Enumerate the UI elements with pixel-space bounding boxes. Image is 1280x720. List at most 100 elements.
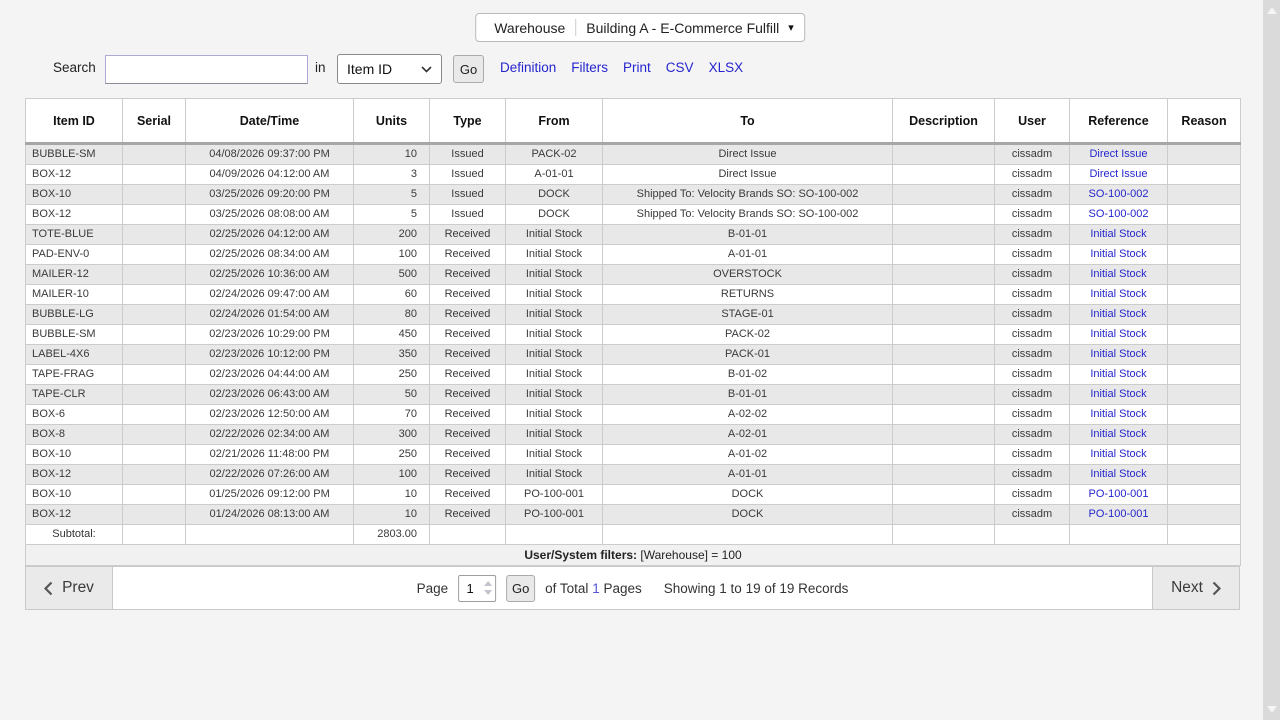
cell-datetime: 02/25/2026 08:34:00 AM bbox=[186, 245, 354, 265]
cell-serial bbox=[123, 285, 186, 305]
scroll-down-icon[interactable] bbox=[1267, 706, 1277, 713]
page-number-input[interactable]: 1 bbox=[458, 575, 496, 602]
cell-reference: Initial Stock bbox=[1070, 365, 1168, 385]
table-row: BOX-1002/21/2026 11:48:00 PM250ReceivedI… bbox=[26, 445, 1241, 465]
scroll-up-icon[interactable] bbox=[1267, 7, 1277, 14]
cell-to: RETURNS bbox=[603, 285, 893, 305]
col-header-reference: Reference bbox=[1070, 99, 1168, 144]
reference-link[interactable]: Initial Stock bbox=[1090, 468, 1146, 480]
table-row: BOX-1203/25/2026 08:08:00 AM5IssuedDOCKS… bbox=[26, 205, 1241, 225]
cell-to: A-02-01 bbox=[603, 425, 893, 445]
cell-datetime: 03/25/2026 08:08:00 AM bbox=[186, 205, 354, 225]
csv-link[interactable]: CSV bbox=[666, 60, 694, 75]
warehouse-selector[interactable]: Warehouse Building A - E-Commerce Fulfil… bbox=[475, 13, 805, 42]
page-spinner[interactable] bbox=[481, 576, 495, 601]
page-go-button[interactable]: Go bbox=[506, 575, 535, 602]
reference-link[interactable]: PO-100-001 bbox=[1089, 508, 1149, 520]
cell-reason bbox=[1168, 144, 1241, 165]
reference-link[interactable]: Initial Stock bbox=[1090, 268, 1146, 280]
reference-link[interactable]: Initial Stock bbox=[1090, 308, 1146, 320]
cell-description bbox=[893, 305, 995, 325]
reference-link[interactable]: Initial Stock bbox=[1090, 448, 1146, 460]
cell-reason bbox=[1168, 265, 1241, 285]
cell-from: Initial Stock bbox=[506, 365, 603, 385]
cell-type: Issued bbox=[430, 185, 506, 205]
print-link[interactable]: Print bbox=[623, 60, 651, 75]
reference-link[interactable]: Initial Stock bbox=[1090, 348, 1146, 360]
cell-item-id: BOX-6 bbox=[26, 405, 123, 425]
reference-link[interactable]: Initial Stock bbox=[1090, 248, 1146, 260]
reference-link[interactable]: SO-100-002 bbox=[1089, 188, 1149, 200]
spinner-up-icon[interactable] bbox=[484, 581, 492, 586]
cell-item-id: TOTE-BLUE bbox=[26, 225, 123, 245]
subtotal-row: Subtotal: 2803.00 bbox=[26, 525, 1241, 545]
spinner-down-icon[interactable] bbox=[484, 590, 492, 595]
cell-type: Issued bbox=[430, 144, 506, 165]
selector-divider bbox=[575, 19, 576, 36]
search-field-select[interactable]: Item ID bbox=[337, 54, 442, 84]
cell-type: Received bbox=[430, 425, 506, 445]
cell-datetime: 04/08/2026 09:37:00 PM bbox=[186, 144, 354, 165]
table-row: BOX-802/22/2026 02:34:00 AM300ReceivedIn… bbox=[26, 425, 1241, 445]
subtotal-label: Subtotal: bbox=[26, 525, 123, 545]
cell-item-id: PAD-ENV-0 bbox=[26, 245, 123, 265]
cell-item-id: BOX-12 bbox=[26, 465, 123, 485]
reference-link[interactable]: PO-100-001 bbox=[1089, 488, 1149, 500]
filters-link[interactable]: Filters bbox=[571, 60, 608, 75]
warehouse-label[interactable]: Warehouse bbox=[486, 20, 573, 36]
cell-datetime: 01/24/2026 08:13:00 AM bbox=[186, 505, 354, 525]
cell-datetime: 02/22/2026 07:26:00 AM bbox=[186, 465, 354, 485]
prev-page-button[interactable]: Prev bbox=[26, 567, 113, 609]
reference-link[interactable]: Initial Stock bbox=[1090, 388, 1146, 400]
cell-to: Direct Issue bbox=[603, 165, 893, 185]
reference-link[interactable]: Initial Stock bbox=[1090, 288, 1146, 300]
cell-serial bbox=[123, 465, 186, 485]
cell-reference: PO-100-001 bbox=[1070, 485, 1168, 505]
reference-link[interactable]: Initial Stock bbox=[1090, 428, 1146, 440]
cell-serial bbox=[123, 165, 186, 185]
cell-units: 350 bbox=[354, 345, 430, 365]
cell-reference: Direct Issue bbox=[1070, 165, 1168, 185]
reference-link[interactable]: SO-100-002 bbox=[1089, 208, 1149, 220]
cell-description bbox=[893, 185, 995, 205]
cell-description bbox=[893, 385, 995, 405]
in-label: in bbox=[315, 60, 326, 75]
warehouse-value[interactable]: Building A - E-Commerce Fulfill bbox=[578, 20, 787, 36]
search-go-button[interactable]: Go bbox=[453, 55, 484, 83]
cell-serial bbox=[123, 405, 186, 425]
search-field-value: Item ID bbox=[347, 61, 392, 77]
cell-description bbox=[893, 265, 995, 285]
filters-label: User/System filters: bbox=[524, 548, 637, 562]
cell-description bbox=[893, 225, 995, 245]
page-label: Page bbox=[417, 581, 449, 596]
xlsx-link[interactable]: XLSX bbox=[709, 60, 744, 75]
vertical-scrollbar[interactable] bbox=[1263, 0, 1280, 720]
cell-serial bbox=[123, 325, 186, 345]
cell-reference: Initial Stock bbox=[1070, 445, 1168, 465]
cell-type: Received bbox=[430, 365, 506, 385]
reference-link[interactable]: Initial Stock bbox=[1090, 328, 1146, 340]
reference-link[interactable]: Initial Stock bbox=[1090, 408, 1146, 420]
reference-link[interactable]: Direct Issue bbox=[1089, 168, 1147, 180]
cell-user: cissadm bbox=[995, 365, 1070, 385]
definition-link[interactable]: Definition bbox=[500, 60, 556, 75]
cell-item-id: BOX-12 bbox=[26, 165, 123, 185]
reference-link[interactable]: Initial Stock bbox=[1090, 368, 1146, 380]
cell-to: Direct Issue bbox=[603, 144, 893, 165]
cell-item-id: BOX-10 bbox=[26, 445, 123, 465]
reference-link[interactable]: Initial Stock bbox=[1090, 228, 1146, 240]
next-page-button[interactable]: Next bbox=[1152, 567, 1239, 609]
cell-to: OVERSTOCK bbox=[603, 265, 893, 285]
table-row: BOX-1003/25/2026 09:20:00 PM5IssuedDOCKS… bbox=[26, 185, 1241, 205]
cell-to: STAGE-01 bbox=[603, 305, 893, 325]
cell-to: DOCK bbox=[603, 505, 893, 525]
cell-from: PACK-02 bbox=[506, 144, 603, 165]
reference-link[interactable]: Direct Issue bbox=[1089, 148, 1147, 160]
cell-reference: SO-100-002 bbox=[1070, 185, 1168, 205]
cell-type: Received bbox=[430, 325, 506, 345]
chevron-down-icon bbox=[421, 66, 432, 73]
cell-reference: Initial Stock bbox=[1070, 285, 1168, 305]
col-header-serial: Serial bbox=[123, 99, 186, 144]
search-input[interactable] bbox=[105, 55, 308, 84]
table-body: BUBBLE-SM04/08/2026 09:37:00 PM10IssuedP… bbox=[26, 144, 1241, 525]
